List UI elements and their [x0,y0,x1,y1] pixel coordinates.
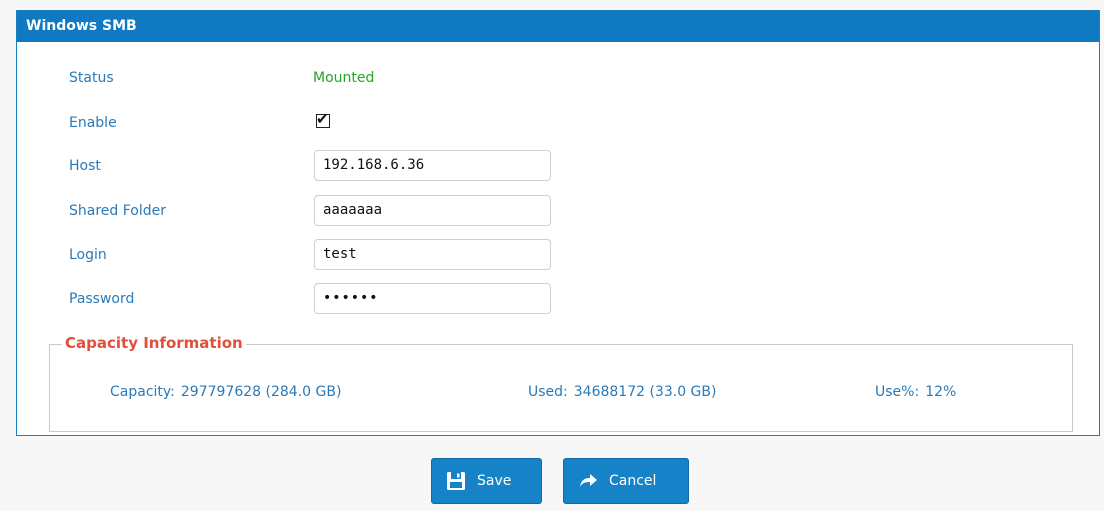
save-label: Save [477,473,512,489]
password-label: Password [69,291,135,307]
arrow-right-icon [577,470,599,492]
capacity-info-box: Capacity Information Capacity: 297797628 … [49,334,1073,432]
password-row: Password •••••• [17,283,1099,315]
enable-checkbox[interactable]: ✔ [316,110,330,128]
used-value: 34688172 (33.0 GB) [573,384,717,400]
used-label: Used: [528,384,568,400]
host-input[interactable]: 192.168.6.36 [314,150,551,181]
login-label: Login [69,247,107,263]
status-label: Status [69,70,114,86]
status-value: Mounted [313,70,375,86]
host-row: Host 192.168.6.36 [17,150,1099,182]
password-input[interactable]: •••••• [314,283,551,314]
use-percent-item: Use%: 12% [875,384,956,400]
cancel-label: Cancel [609,473,657,489]
shared-folder-input[interactable]: aaaaaaa [314,195,551,226]
floppy-disk-icon [445,470,467,492]
login-input[interactable]: test [314,239,551,270]
use-percent-label: Use%: [875,384,920,400]
windows-smb-panel: Windows SMB Status Mounted Enable ✔ Host… [16,10,1100,436]
shared-folder-row: Shared Folder aaaaaaa [17,195,1099,227]
capacity-legend: Capacity Information [62,334,246,352]
shared-folder-label: Shared Folder [69,203,167,219]
status-row: Status Mounted [17,62,1099,94]
cancel-button[interactable]: Cancel [563,458,689,504]
capacity-label: Capacity: [110,384,175,400]
save-button[interactable]: Save [431,458,542,504]
capacity-value: 297797628 (284.0 GB) [180,384,342,400]
check-icon: ✔ [316,110,329,128]
capacity-item: Capacity: 297797628 (284.0 GB) [110,384,341,400]
use-percent-value: 12% [925,384,957,400]
enable-row: Enable ✔ [17,107,1099,139]
used-item: Used: 34688172 (33.0 GB) [528,384,716,400]
login-row: Login test [17,239,1099,271]
enable-label: Enable [69,115,117,131]
panel-title: Windows SMB [17,11,1099,42]
host-label: Host [69,158,101,174]
